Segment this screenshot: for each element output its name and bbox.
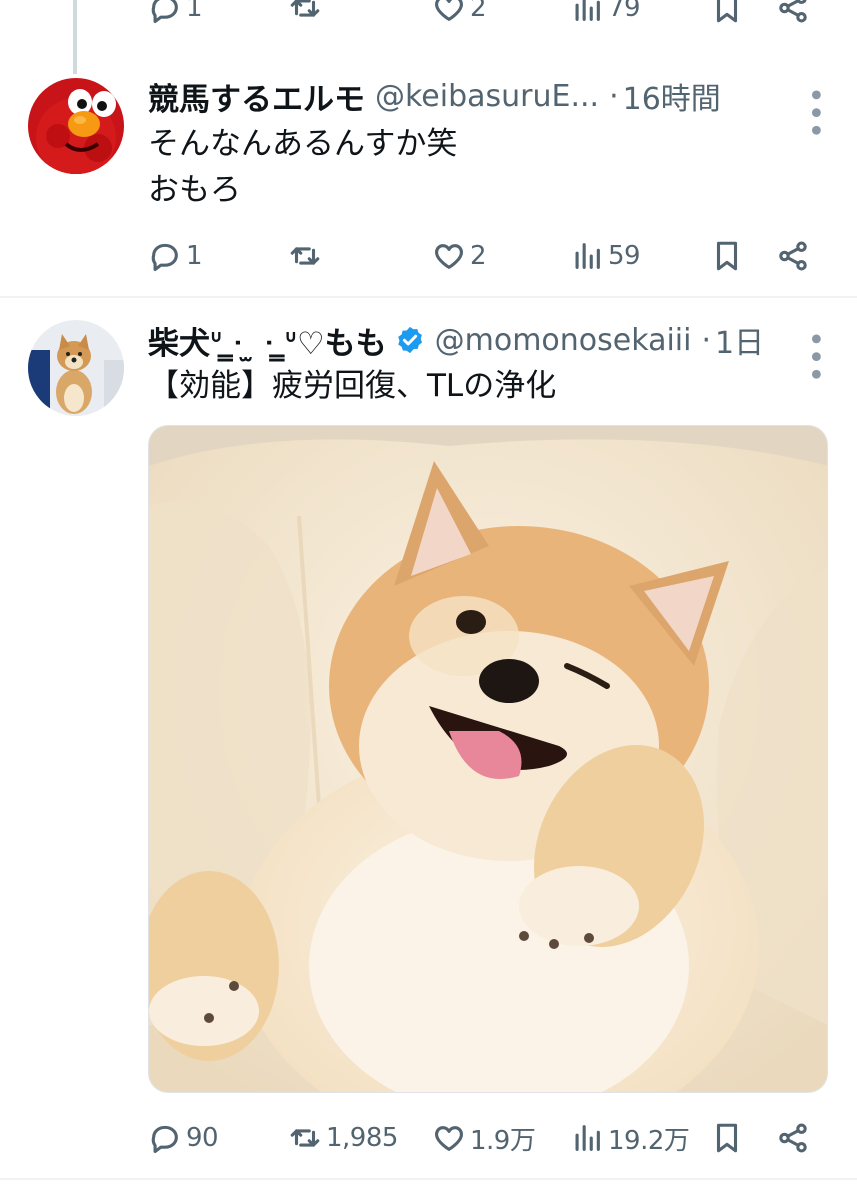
reply-icon [151, 0, 178, 24]
views-button[interactable]: 79 [570, 0, 641, 30]
author-handle[interactable]: @momonosekaiii [435, 323, 692, 358]
tweet-text-line: そんなんあるんすか笑 [148, 126, 458, 162]
heart-icon [435, 244, 463, 269]
verified-badge-icon [397, 326, 422, 354]
author-name[interactable]: 柴犬ᐡ ̳ᐧ ̫ ᐧ ̳ᐡ♡もも [148, 318, 387, 363]
share-button[interactable] [776, 1116, 810, 1160]
reply-count: 90 [186, 1123, 219, 1153]
like-button[interactable]: 1.9万 [432, 1116, 536, 1160]
tweet-text: 【効能】疲労回復、TLの浄化 [148, 368, 557, 404]
like-count: 1.9万 [470, 1125, 536, 1156]
views-icon [575, 0, 600, 21]
views-icon [575, 243, 600, 269]
avatar-elmo[interactable] [28, 78, 124, 174]
tweet-action-bar: 90 1,985 1.9万 19.2万 [148, 1116, 818, 1160]
reply-icon [151, 1125, 178, 1154]
tweet-header: 柴犬ᐡ ̳ᐧ ̫ ᐧ ̳ᐡ♡もも @momonosekaiii · 1日 [148, 318, 764, 362]
shiba-avatar-image [28, 320, 124, 416]
heart-icon [435, 1126, 463, 1151]
tweet-divider [0, 296, 857, 298]
views-count: 19.2万 [608, 1125, 690, 1156]
retweet-icon [290, 247, 320, 265]
tweet-action-bar: 1 2 59 [148, 234, 818, 278]
more-options-icon[interactable]: ••• [797, 86, 832, 139]
share-button[interactable] [776, 0, 810, 30]
retweet-button[interactable] [288, 0, 322, 30]
tweet-header: 競馬するエルモ @keibasuruE... · 16時間 [148, 74, 721, 118]
bookmark-button[interactable] [710, 234, 744, 278]
reply-count: 1 [186, 241, 203, 271]
views-button[interactable]: 59 [570, 234, 641, 278]
separator-dot: · [609, 78, 619, 114]
share-icon [779, 241, 807, 271]
tweet-text: そんなんあるんすか笑 おもろ [148, 121, 457, 213]
avatar-momo[interactable] [28, 320, 124, 416]
share-button[interactable] [776, 234, 810, 278]
reply-button[interactable]: 1 [148, 234, 203, 278]
retweet-icon [290, 0, 320, 17]
views-count: 79 [608, 0, 641, 23]
retweet-button[interactable] [288, 234, 322, 278]
more-options-icon[interactable]: ••• [797, 330, 832, 383]
author-name[interactable]: 競馬するエルモ [148, 74, 365, 119]
like-count: 2 [470, 241, 487, 271]
reply-count: 1 [186, 0, 203, 23]
share-icon [779, 0, 807, 23]
retweet-count: 1,985 [326, 1123, 398, 1153]
author-handle[interactable]: @keibasuruE... [375, 79, 599, 114]
bookmark-icon [716, 1123, 738, 1153]
retweet-button[interactable]: 1,985 [288, 1116, 398, 1160]
like-button[interactable]: 2 [432, 234, 487, 278]
elmo-avatar-image [28, 78, 124, 174]
reply-icon [151, 243, 178, 272]
share-icon [779, 1123, 807, 1153]
thread-connector-line [73, 0, 77, 74]
bookmark-button[interactable] [710, 0, 744, 30]
tweet-time[interactable]: 16時間 [623, 74, 721, 118]
prev-tweet-action-bar: 1 2 79 [148, 0, 818, 30]
tweet-time[interactable]: 1日 [715, 318, 764, 362]
bookmark-icon [716, 241, 738, 271]
tweet-divider [0, 1178, 857, 1180]
like-count: 2 [470, 0, 487, 23]
views-icon [575, 1125, 600, 1151]
separator-dot: · [701, 322, 712, 358]
heart-icon [435, 0, 463, 21]
like-button[interactable]: 2 [432, 0, 487, 30]
tweet-photo[interactable] [148, 425, 828, 1093]
reply-button[interactable]: 1 [148, 0, 203, 30]
reply-button[interactable]: 90 [148, 1116, 219, 1160]
tweet-text-line: おもろ [148, 172, 241, 208]
retweet-icon [290, 1129, 320, 1147]
bookmark-icon [716, 0, 738, 23]
views-button[interactable]: 19.2万 [570, 1116, 690, 1160]
shiba-photo-image [149, 426, 827, 1092]
bookmark-button[interactable] [710, 1116, 744, 1160]
views-count: 59 [608, 241, 641, 271]
